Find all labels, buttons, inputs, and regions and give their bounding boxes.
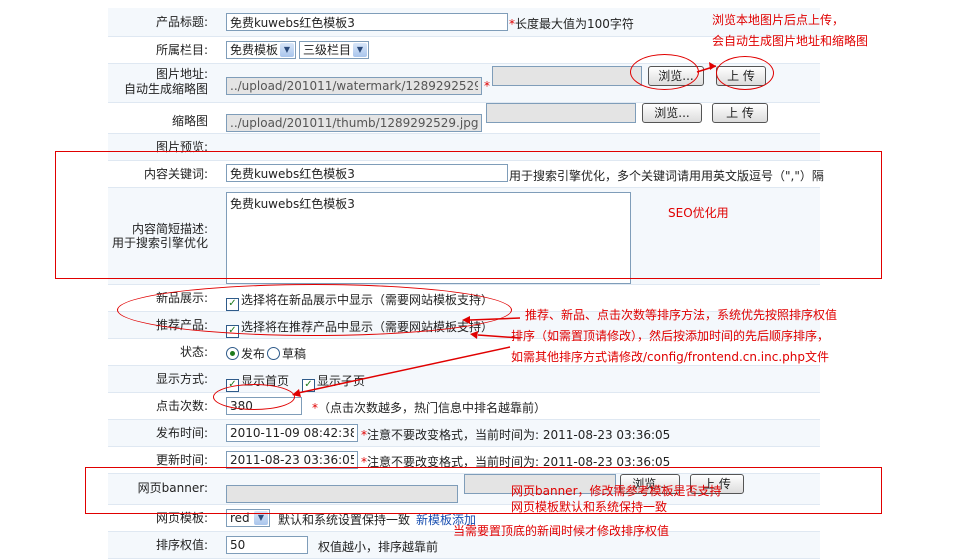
seo-note: SEO优化用 [668, 206, 729, 220]
annotation-arrows [292, 62, 717, 397]
sort-note-line-3: 如需其他排序方式请修改/config/frontend.cn.inc.php文件 [511, 350, 829, 364]
upload-note-line-2: 会自动生成图片地址和缩略图 [712, 34, 869, 48]
sort-note-line-2: 排序（如需置顶请修改），然后按添加时间的先后顺序排序， [511, 329, 830, 343]
sort-arrow-3-head [292, 389, 301, 397]
upload-note-line-1: 浏览本地图片后点上传， [712, 13, 845, 27]
upload-arrow-head [709, 62, 716, 70]
sort-arrow-2-head [470, 331, 478, 339]
priority-note: 当需要置顶底的新闻时候才修改排序权值 [453, 524, 670, 538]
sort-note-line-1: 推荐、新品、点击次数等排序方法，系统优先按照排序权值 [525, 308, 838, 322]
sort-arrow-1-head [462, 316, 470, 324]
banner-note-line-2: 网页模板默认和系统保持一致 [511, 500, 668, 514]
sort-arrow-1 [469, 317, 521, 321]
sort-arrow-3 [297, 346, 511, 394]
